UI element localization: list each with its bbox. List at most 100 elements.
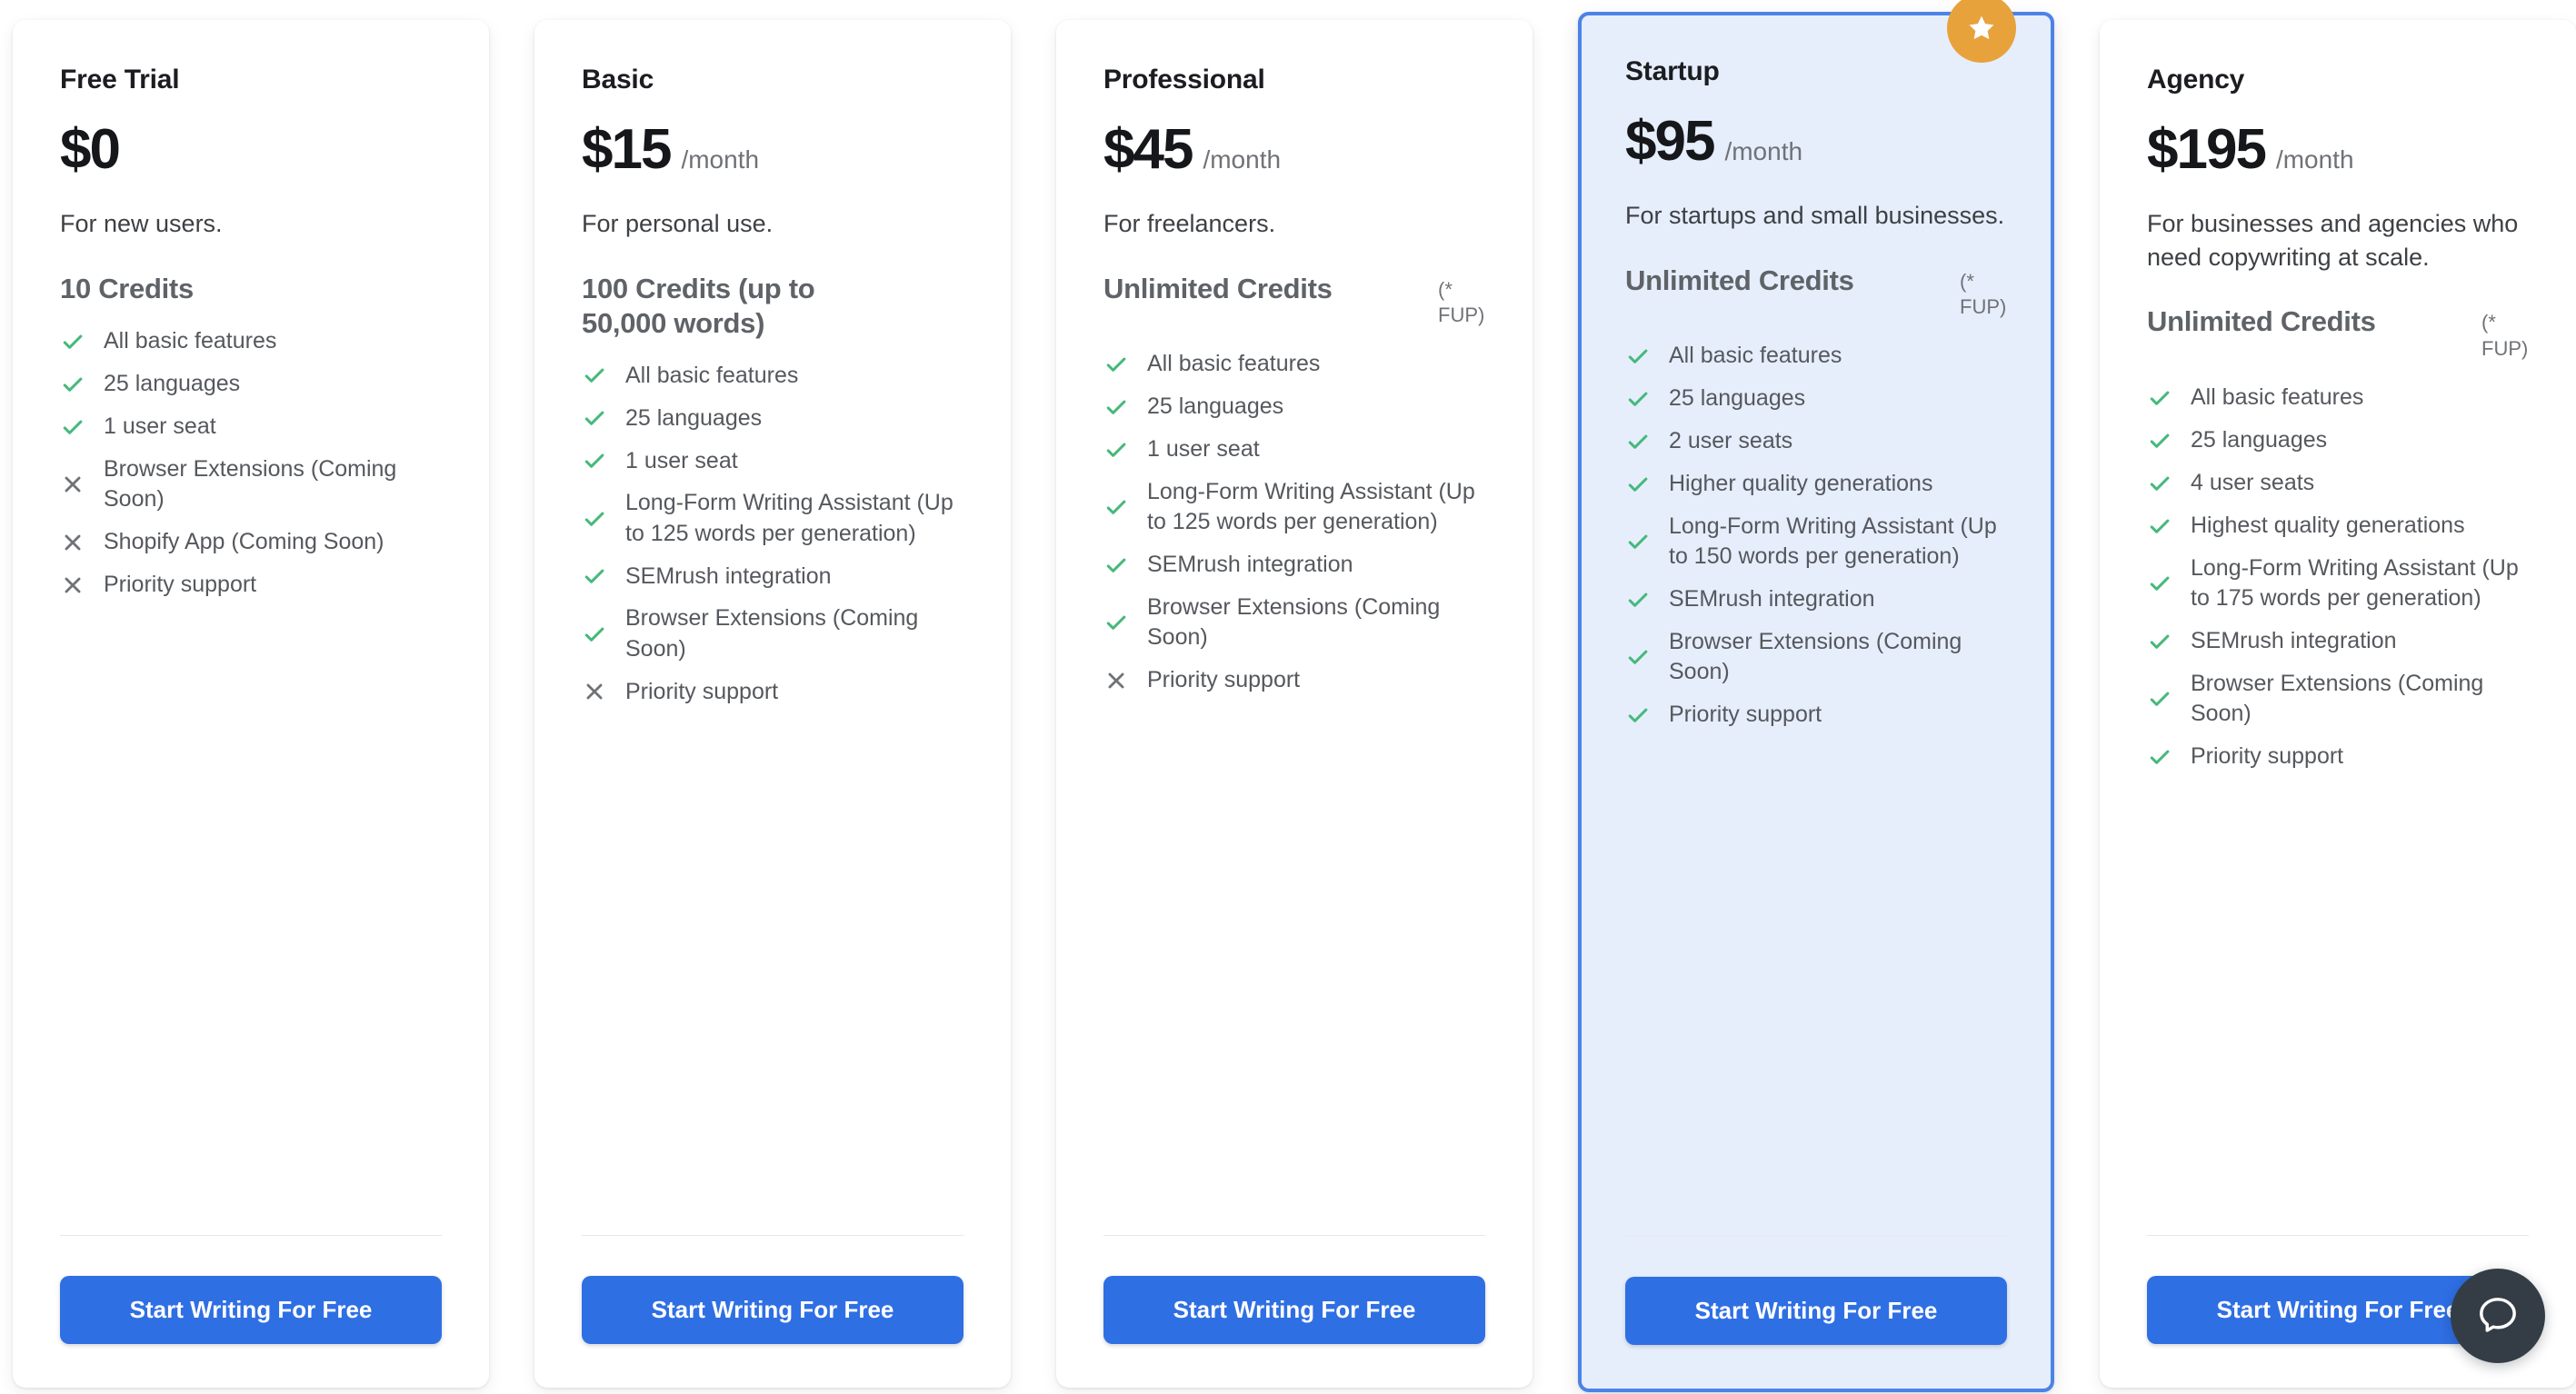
plan-name: Free Trial (60, 65, 180, 95)
plan-feature-item: Long-Form Writing Assistant (Up to 150 w… (1625, 512, 2007, 573)
plan-feature-label: 1 user seat (104, 413, 216, 439)
plan-card-basic: Basic $15/month For personal use. 100 Credi… (534, 20, 1011, 1388)
plan-feature-list: All basic features 25 languages 4 user sea… (2147, 383, 2529, 772)
check-icon (1103, 437, 1129, 463)
plan-price-amount: $195 (2147, 118, 2267, 181)
plan-tagline: For startups and small businesses. (1625, 202, 2005, 229)
plan-feature-item: 1 user seat (60, 412, 442, 443)
plan-card-startup: Startup $95/month For startups and small b… (1578, 0, 2054, 1392)
check-icon (1625, 702, 1651, 728)
check-icon (1625, 344, 1651, 369)
plan-feature-item: Long-Form Writing Assistant (Up to 175 w… (2147, 553, 2529, 614)
plan-feature-item: All basic features (2147, 383, 2529, 413)
start-writing-for-free-button[interactable]: Start Writing For Free (1103, 1276, 1485, 1344)
plan-feature-label: Browser Extensions (Coming Soon) (1147, 593, 1441, 651)
plan-credits-row: Unlimited Credits (* FUP) (1103, 272, 1485, 329)
plan-card-professional: Professional $45/month For freelancers. Unl… (1056, 20, 1533, 1388)
plan-feature-item: Browser Extensions (Coming Soon) (60, 454, 442, 515)
plan-feature-label: Priority support (1147, 667, 1301, 693)
plan-feature-list: All basic features 25 languages 1 user sea… (60, 326, 442, 601)
plan-feature-item: 25 languages (60, 369, 442, 400)
plan-feature-item: Long-Form Writing Assistant (Up to 125 w… (582, 488, 964, 549)
check-icon (1625, 644, 1651, 670)
pricing-plan-grid: Free Trial $0 For new users. 10 Credits All … (0, 0, 2576, 1394)
plan-credits-label: Unlimited Credits (1103, 272, 1333, 304)
plan-feature-item: 25 languages (1103, 392, 1485, 423)
check-icon (2147, 686, 2172, 712)
cross-icon (60, 530, 85, 555)
check-icon (2147, 571, 2172, 596)
footer-divider (1103, 1235, 1485, 1236)
plan-price-period: /month (1724, 137, 1803, 165)
check-icon (1625, 429, 1651, 454)
plan-tagline: For businesses and agencies who need cop… (2147, 210, 2519, 271)
check-icon (2147, 428, 2172, 453)
start-writing-for-free-button[interactable]: Start Writing For Free (60, 1276, 442, 1344)
plan-price-amount: $15 (582, 118, 672, 181)
start-writing-for-free-button[interactable]: Start Writing For Free (1625, 1277, 2007, 1345)
cross-icon (60, 573, 85, 598)
plan-feature-item: 4 user seats (2147, 468, 2529, 499)
chat-bubble-icon (2474, 1292, 2521, 1339)
plan-feature-label: Long-Form Writing Assistant (Up to 125 w… (1147, 478, 1475, 535)
plan-feature-item: Priority support (1103, 665, 1485, 696)
plan-feature-item: SEMrush integration (1625, 584, 2007, 615)
plan-feature-label: Browser Extensions (Coming Soon) (104, 455, 397, 513)
plan-feature-label: Higher quality generations (1669, 471, 1933, 497)
plan-feature-label: 25 languages (2191, 426, 2328, 453)
start-writing-for-free-button[interactable]: Start Writing For Free (582, 1276, 964, 1344)
plan-credits-label: 100 Credits (up to 50,000 words) (582, 272, 815, 339)
plan-feature-item: 1 user seat (1103, 434, 1485, 465)
footer-divider (2147, 1235, 2529, 1236)
plan-price-amount: $0 (60, 118, 121, 181)
check-icon (1625, 472, 1651, 497)
plan-price-period: /month (2275, 145, 2354, 174)
plan-credits-label: Unlimited Credits (1625, 264, 1854, 296)
plan-feature-list: All basic features 25 languages 1 user sea… (1103, 349, 1485, 696)
plan-feature-label: 1 user seat (1147, 436, 1260, 463)
cross-icon (582, 679, 607, 704)
plan-feature-item: SEMrush integration (582, 561, 964, 592)
plan-feature-list: All basic features 25 languages 2 user sea… (1625, 341, 2007, 731)
plan-card-agency: Agency $195/month For businesses and agenc… (2100, 20, 2576, 1388)
plan-feature-item: Priority support (60, 570, 442, 601)
plan-feature-item: All basic features (582, 360, 964, 391)
plan-feature-label: 1 user seat (625, 447, 738, 473)
plan-feature-list: All basic features 25 languages 1 user sea… (582, 360, 964, 707)
check-icon (582, 363, 607, 388)
plan-feature-label: 25 languages (1147, 393, 1284, 420)
plan-card-footer: Start Writing For Free (60, 1235, 442, 1388)
plan-name: Professional (1103, 65, 1265, 95)
plan-feature-item: Browser Extensions (Coming Soon) (1625, 627, 2007, 688)
featured-plan-badge (1947, 0, 2016, 63)
plan-name: Startup (1625, 56, 1720, 86)
cross-icon (1103, 668, 1129, 693)
plan-price-row: $195/month (2147, 122, 2529, 178)
plan-feature-item: SEMrush integration (2147, 626, 2529, 657)
plan-feature-item: Long-Form Writing Assistant (Up to 125 w… (1103, 477, 1485, 538)
check-icon (1103, 553, 1129, 578)
plan-feature-item: Browser Extensions (Coming Soon) (2147, 669, 2529, 730)
plan-feature-label: All basic features (1669, 343, 1842, 369)
plan-card-footer: Start Writing For Free (582, 1235, 964, 1388)
plan-credits-row: Unlimited Credits (* FUP) (1625, 264, 2007, 321)
plan-card-footer: Start Writing For Free (1103, 1235, 1485, 1388)
check-icon (60, 414, 85, 440)
check-icon (2147, 744, 2172, 770)
plan-feature-item: All basic features (60, 326, 442, 357)
check-icon (582, 448, 607, 473)
plan-credits-label: Unlimited Credits (2147, 305, 2376, 338)
plan-credits-row: 10 Credits (60, 272, 442, 306)
plan-feature-label: Priority support (1669, 702, 1822, 728)
plan-card-free-trial: Free Trial $0 For new users. 10 Credits All … (13, 20, 489, 1388)
plan-feature-item: Browser Extensions (Coming Soon) (1103, 592, 1485, 653)
plan-feature-item: All basic features (1103, 349, 1485, 380)
check-icon (1103, 494, 1129, 520)
footer-divider (60, 1235, 442, 1236)
plan-feature-label: SEMrush integration (625, 563, 832, 589)
check-icon (1103, 394, 1129, 420)
plan-feature-label: Browser Extensions (Coming Soon) (2191, 670, 2484, 727)
plan-feature-label: 25 languages (625, 404, 763, 431)
plan-feature-label: Highest quality generations (2191, 512, 2465, 538)
chat-support-widget[interactable] (2451, 1269, 2545, 1363)
